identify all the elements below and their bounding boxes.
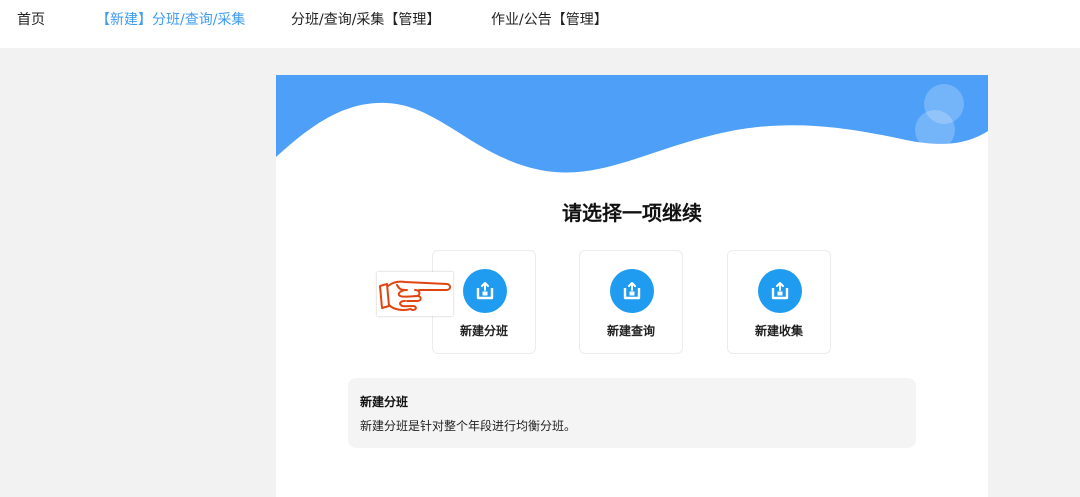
top-navigation: 首页 【新建】分班/查询/采集 分班/查询/采集【管理】 作业/公告【管理】 [0,0,1080,48]
option-label: 新建查询 [606,324,655,338]
upload-box-icon [610,269,654,313]
nav-item-manage-class-query-collect[interactable]: 分班/查询/采集【管理】 [291,10,440,30]
option-label: 新建收集 [754,324,803,338]
description-title: 新建分班 [360,395,409,409]
pointing-hand-icon [377,272,453,316]
option-new-collect-button[interactable]: 新建收集 [727,250,831,354]
option-new-query-button[interactable]: 新建查询 [579,250,683,354]
nav-item-manage-homework-notice[interactable]: 作业/公告【管理】 [491,10,608,30]
header-wave-decoration [276,75,988,173]
upload-box-icon [463,269,507,313]
nav-item-new-class-query-collect[interactable]: 【新建】分班/查询/采集 [96,10,245,30]
description-body: 新建分班是针对整个年段进行均衡分班。 [360,419,577,433]
page-title: 请选择一项继续 [562,201,702,225]
option-description-panel: 新建分班 新建分班是针对整个年段进行均衡分班。 [348,378,916,448]
option-label: 新建分班 [459,324,508,338]
upload-box-icon [758,269,802,313]
nav-item-home[interactable]: 首页 [17,10,45,30]
